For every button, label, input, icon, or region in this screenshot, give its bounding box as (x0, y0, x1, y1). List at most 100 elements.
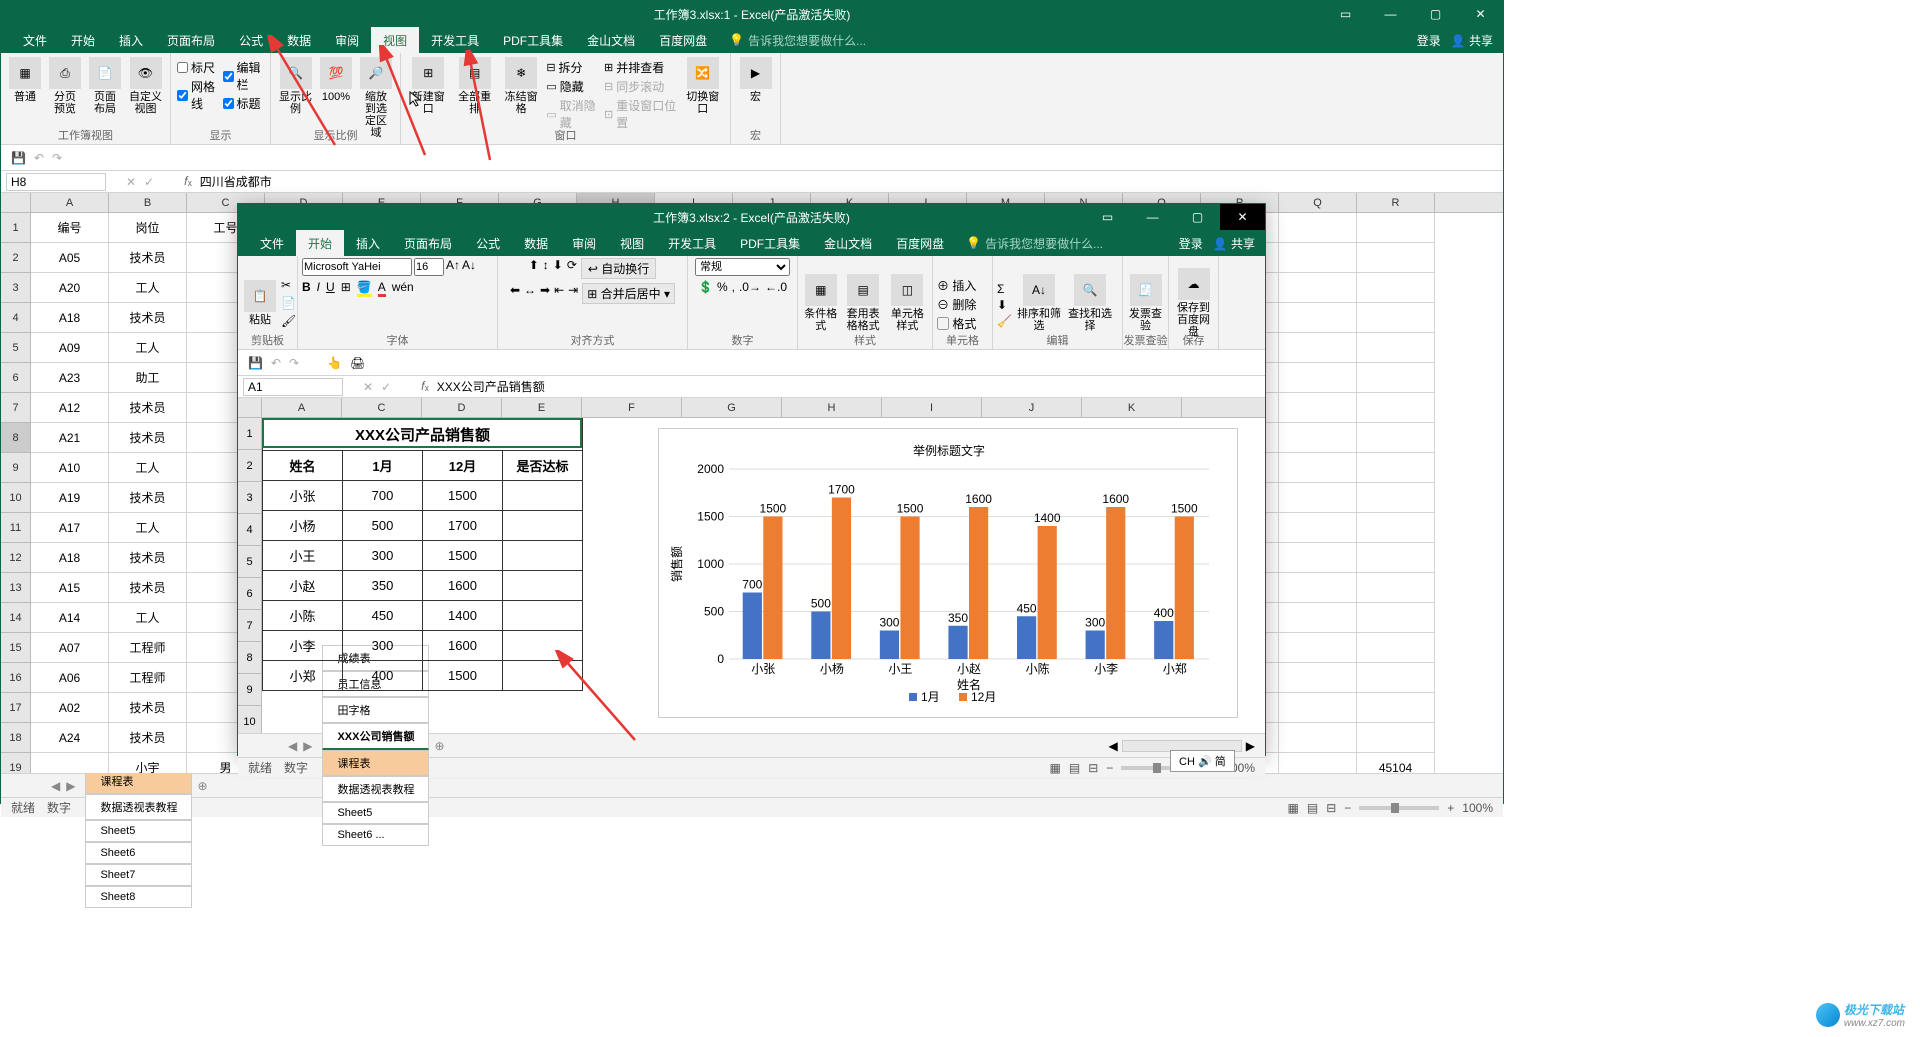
maximize-button[interactable]: ▢ (1413, 1, 1458, 27)
italic-button[interactable]: I (317, 280, 320, 297)
close-button[interactable]: ✕ (1220, 204, 1265, 230)
zoom-out-button[interactable]: − (1106, 761, 1113, 775)
sheet-tab[interactable]: Sheet8 (85, 886, 192, 908)
view-pagelayout-icon[interactable]: ▤ (1069, 761, 1080, 775)
minimize-button[interactable]: — (1130, 204, 1175, 230)
formula-input[interactable]: 四川省成都市 (200, 173, 272, 190)
formula-input[interactable]: XXX公司产品销售额 (437, 378, 545, 395)
find-button[interactable]: 🔍查找和选择 (1066, 272, 1114, 334)
tellme-search[interactable]: 💡告诉我您想要做什么... (966, 235, 1103, 252)
spreadsheet-grid-2[interactable]: 12345678910 XXX公司产品销售额姓名1月12月是否达标小张70015… (238, 418, 1265, 733)
customview-button[interactable]: 👁自定义视图 (127, 55, 164, 117)
login-link[interactable]: 登录 (1417, 32, 1441, 49)
unhide-button[interactable]: ▭ 取消隐藏 (546, 97, 600, 131)
orientation-icon[interactable]: ⟳ (567, 258, 577, 279)
col-header[interactable]: B (109, 193, 187, 212)
touch-icon[interactable]: 👆 (327, 356, 342, 370)
formulabar-checkbox[interactable]: 编辑栏 (223, 59, 265, 93)
decrease-font-icon[interactable]: A↓ (462, 258, 476, 276)
bold-button[interactable]: B (302, 280, 311, 297)
menu-layout[interactable]: 页面布局 (155, 27, 227, 54)
pinyin-button[interactable]: wén (392, 280, 414, 297)
name-box[interactable] (6, 173, 106, 191)
merge-button[interactable]: ⊞ 合并后居中 ▾ (582, 283, 675, 304)
indent-dec-icon[interactable]: ⇤ (554, 283, 564, 304)
col-header[interactable]: A (31, 193, 109, 212)
col-header[interactable]: H (782, 398, 882, 417)
view-pagelayout-icon[interactable]: ▤ (1307, 801, 1318, 815)
menu-devtools[interactable]: 开发工具 (656, 230, 728, 257)
fill-color-button[interactable]: 🪣 (357, 280, 372, 297)
cut-icon[interactable]: ✂ (281, 278, 296, 292)
col-header[interactable]: R (1357, 193, 1435, 212)
name-box[interactable] (243, 378, 343, 396)
font-name-select[interactable] (302, 258, 412, 276)
col-header[interactable]: C (342, 398, 422, 417)
col-header[interactable]: G (682, 398, 782, 417)
ruler-checkbox[interactable]: 标尺 (177, 59, 219, 76)
headings-checkbox[interactable]: 标题 (223, 95, 265, 112)
savecloud-button[interactable]: ☁保存到百度网盘 (1173, 266, 1214, 340)
ribbon-options-icon[interactable]: ▭ (1323, 1, 1368, 27)
sidebyside-button[interactable]: ⊞ 并排查看 (604, 59, 678, 76)
menu-home[interactable]: 开始 (59, 27, 107, 54)
menu-review[interactable]: 审阅 (560, 230, 608, 257)
menu-file[interactable]: 文件 (11, 27, 59, 54)
enter-fx-icon[interactable]: ✓ (144, 175, 154, 189)
zoom-slider[interactable] (1359, 806, 1439, 810)
col-header[interactable]: I (882, 398, 982, 417)
menu-baidu[interactable]: 百度网盘 (884, 230, 956, 257)
syncscroll-button[interactable]: ⊟ 同步滚动 (604, 78, 678, 95)
col-header[interactable]: K (1082, 398, 1182, 417)
save-icon[interactable]: 💾 (11, 151, 26, 165)
zoom-in-button[interactable]: + (1447, 801, 1454, 815)
cancel-fx-icon[interactable]: ✕ (126, 175, 136, 189)
view-pagebreak-icon[interactable]: ⊟ (1326, 801, 1336, 815)
gridlines-checkbox[interactable]: 网格线 (177, 78, 219, 112)
menu-file[interactable]: 文件 (248, 230, 296, 257)
fx-icon[interactable]: 𝑓ₓ (184, 174, 192, 189)
copy-icon[interactable]: 📄 (281, 296, 296, 310)
menu-formula[interactable]: 公式 (464, 230, 512, 257)
select-all-corner[interactable] (1, 193, 31, 212)
undo-icon[interactable]: ↶ (34, 151, 44, 165)
col-header[interactable]: E (502, 398, 582, 417)
redo-icon[interactable]: ↷ (289, 356, 299, 370)
tab-nav-first[interactable]: ◀ (288, 739, 297, 753)
sheet-tab[interactable]: Sheet7 (85, 864, 192, 886)
view-normal-icon[interactable]: ▦ (1050, 761, 1061, 775)
tab-nav-last[interactable]: ▶ (303, 739, 312, 753)
scroll-left-icon[interactable]: ◀ (1109, 739, 1118, 753)
login-link[interactable]: 登录 (1179, 235, 1203, 252)
split-button[interactable]: ⊟ 拆分 (546, 59, 600, 76)
enter-fx-icon[interactable]: ✓ (381, 380, 391, 394)
pagebreak-button[interactable]: ⎙分页预览 (47, 55, 83, 117)
currency-icon[interactable]: 💲 (698, 280, 713, 294)
menu-insert[interactable]: 插入 (344, 230, 392, 257)
tab-nav-first[interactable]: ◀ (51, 779, 60, 793)
percent-icon[interactable]: % (717, 280, 728, 294)
align-top-icon[interactable]: ⬆ (529, 258, 539, 279)
col-header[interactable]: J (982, 398, 1082, 417)
menu-layout[interactable]: 页面布局 (392, 230, 464, 257)
menu-baidu[interactable]: 百度网盘 (647, 27, 719, 54)
underline-button[interactable]: U (326, 280, 335, 297)
align-mid-icon[interactable]: ↕ (543, 258, 549, 279)
sheet-tab[interactable]: Sheet5 (85, 820, 192, 842)
normal-view-button[interactable]: ▦普通 (7, 55, 43, 105)
number-format-select[interactable]: 常规 (695, 258, 790, 276)
clear-icon[interactable]: 🧹 (997, 314, 1012, 328)
sort-button[interactable]: A↓排序和筛选 (1015, 272, 1063, 334)
sheet-tab[interactable]: Sheet6 ... (322, 824, 429, 846)
new-sheet-button[interactable]: ⊕ (197, 779, 207, 793)
increase-font-icon[interactable]: A↑ (446, 258, 460, 276)
view-pagebreak-icon[interactable]: ⊟ (1088, 761, 1098, 775)
inc-decimal-icon[interactable]: .0→ (739, 280, 761, 294)
menu-jinshan[interactable]: 金山文档 (575, 27, 647, 54)
wrap-text-button[interactable]: ↩ 自动换行 (581, 258, 656, 279)
menu-jinshan[interactable]: 金山文档 (812, 230, 884, 257)
format-cells-button[interactable]: ▢ 格式 (937, 315, 976, 332)
autosum-icon[interactable]: Σ (997, 282, 1012, 296)
fx-icon[interactable]: 𝑓ₓ (421, 379, 429, 394)
tab-nav-last[interactable]: ▶ (66, 779, 75, 793)
